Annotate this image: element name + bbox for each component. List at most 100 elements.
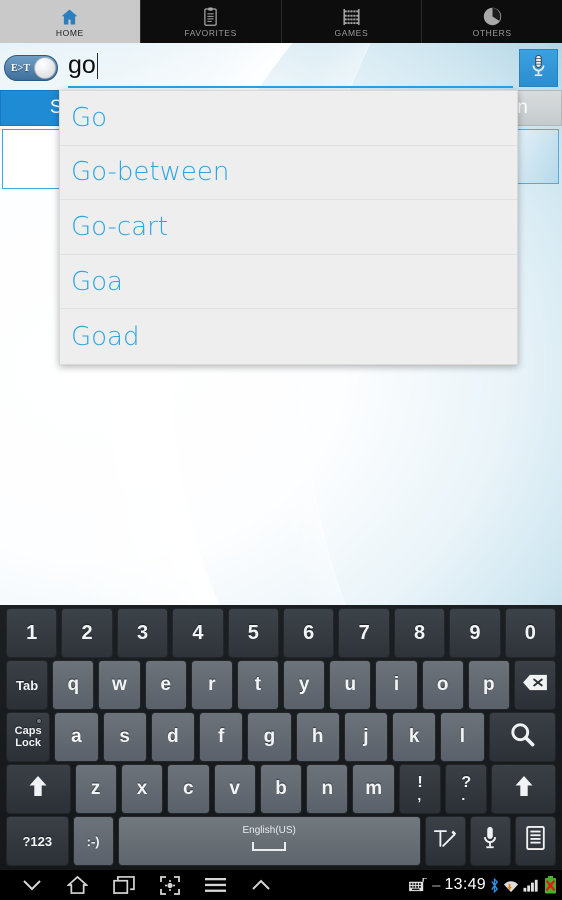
chevron-down-icon[interactable]	[22, 879, 42, 892]
key-x[interactable]: x	[120, 764, 164, 814]
clipboard-icon	[203, 6, 218, 26]
key-7[interactable]: 7	[338, 608, 390, 658]
text-caret	[96, 53, 99, 79]
key-y[interactable]: y	[283, 660, 326, 710]
search-input-value: go	[68, 51, 96, 79]
tab-others[interactable]: OTHERS	[422, 0, 562, 43]
pie-icon	[483, 6, 502, 26]
key-g[interactable]: g	[247, 712, 292, 762]
key-c[interactable]: c	[167, 764, 210, 814]
keyboard-row-bottom: ?123 :-) English(US)	[2, 816, 560, 866]
key-v[interactable]: v	[213, 764, 256, 814]
key-voice-input[interactable]	[469, 816, 511, 866]
key-tab[interactable]: Tab	[6, 660, 49, 710]
key-h[interactable]: h	[295, 712, 340, 762]
key-j[interactable]: j	[343, 712, 388, 762]
key-p[interactable]: p	[467, 660, 510, 710]
key-shift-right[interactable]	[491, 764, 556, 814]
key-9[interactable]: 9	[449, 608, 501, 658]
key-n[interactable]: n	[306, 764, 349, 814]
key-r[interactable]: r	[190, 660, 233, 710]
keyboard-row-numbers: 1 2 3 4 5 6 7 8 9 0	[2, 608, 560, 658]
search-bar: E>T go	[0, 46, 562, 90]
translation-direction-label: E>T	[11, 62, 31, 74]
key-8[interactable]: 8	[393, 608, 446, 658]
signal-icon	[523, 877, 540, 893]
translation-direction-toggle[interactable]: E>T	[4, 55, 58, 81]
keyboard-row-q: Tab q w e r t y u i o p	[2, 660, 560, 710]
key-5[interactable]: 5	[227, 608, 280, 658]
key-b[interactable]: b	[259, 764, 303, 814]
key-caps-lock[interactable]: Caps Lock	[6, 712, 51, 762]
suggestion-item[interactable]: Goad	[60, 309, 517, 364]
key-d[interactable]: d	[150, 712, 195, 762]
key-q[interactable]: q	[52, 660, 95, 710]
key-symbols[interactable]: ?123	[6, 816, 69, 866]
key-question-period[interactable]: ? .	[445, 764, 488, 814]
recents-icon[interactable]	[113, 876, 135, 894]
search-input[interactable]: go	[68, 48, 513, 88]
soft-keyboard: 1 2 3 4 5 6 7 8 9 0 Tab q w e r t y u i …	[0, 605, 562, 870]
tab-home[interactable]: HOME	[0, 0, 141, 43]
suggestion-item[interactable]: Go-cart	[60, 200, 517, 255]
keyboard-icon[interactable]	[409, 877, 428, 893]
handwriting-icon	[433, 827, 457, 856]
key-u[interactable]: u	[329, 660, 372, 710]
abacus-icon	[342, 6, 361, 26]
suggestion-item[interactable]: Goa	[60, 255, 517, 310]
key-handwriting[interactable]	[424, 816, 466, 866]
screen-capture-icon[interactable]	[160, 875, 180, 895]
status-icons: – 13:49	[409, 876, 562, 894]
status-clock: 13:49	[444, 876, 486, 893]
key-clipboard[interactable]	[514, 816, 556, 866]
voice-search-button[interactable]	[519, 49, 558, 87]
key-k[interactable]: k	[392, 712, 437, 762]
key-6[interactable]: 6	[283, 608, 335, 658]
tab-home-label: HOME	[55, 27, 84, 38]
key-space[interactable]: English(US)	[117, 816, 421, 866]
tab-others-label: OTHERS	[472, 27, 512, 38]
key-t[interactable]: t	[236, 660, 280, 710]
nav-buttons	[0, 875, 271, 895]
key-e[interactable]: e	[144, 660, 187, 710]
suggestion-dropdown: Go Go-between Go-cart Goa Goad	[59, 90, 518, 365]
system-navigation-bar: – 13:49	[0, 870, 562, 900]
key-shift-left[interactable]	[6, 764, 71, 814]
tab-games[interactable]: GAMES	[282, 0, 423, 43]
key-o[interactable]: o	[421, 660, 464, 710]
suggestion-item[interactable]: Go	[60, 91, 517, 146]
keyboard-row-a: Caps Lock a s d f g h j k l	[2, 712, 560, 762]
key-a[interactable]: a	[54, 712, 99, 762]
key-emoji[interactable]: :-)	[72, 816, 114, 866]
key-i[interactable]: i	[375, 660, 418, 710]
dash-separator: –	[432, 876, 441, 894]
toggle-knob[interactable]	[34, 57, 56, 79]
shift-icon	[514, 775, 534, 803]
home-outline-icon[interactable]	[67, 876, 88, 894]
shift-icon	[28, 775, 48, 803]
microphone-icon	[482, 826, 498, 856]
key-s[interactable]: s	[102, 712, 147, 762]
key-l[interactable]: l	[440, 712, 485, 762]
tab-favorites[interactable]: FAVORITES	[141, 0, 282, 43]
wifi-icon	[503, 877, 519, 894]
chevron-up-icon[interactable]	[251, 879, 271, 892]
key-f[interactable]: f	[199, 712, 244, 762]
key-1[interactable]: 1	[6, 608, 58, 658]
key-m[interactable]: m	[352, 764, 395, 814]
key-4[interactable]: 4	[172, 608, 224, 658]
key-backspace[interactable]	[513, 660, 557, 710]
keyboard-row-z: z x c v b n m ! , ? .	[2, 764, 560, 814]
menu-icon[interactable]	[205, 878, 226, 892]
suggestion-item[interactable]: Go-between	[60, 146, 517, 201]
battery-error-icon	[544, 876, 557, 894]
key-0[interactable]: 0	[504, 608, 557, 658]
key-2[interactable]: 2	[61, 608, 113, 658]
key-exclamation-comma[interactable]: ! ,	[398, 764, 442, 814]
key-3[interactable]: 3	[116, 608, 169, 658]
key-z[interactable]: z	[74, 764, 117, 814]
key-w[interactable]: w	[98, 660, 141, 710]
caps-line-1: Caps	[14, 725, 42, 737]
key-search[interactable]	[488, 712, 556, 762]
home-icon	[60, 6, 79, 26]
